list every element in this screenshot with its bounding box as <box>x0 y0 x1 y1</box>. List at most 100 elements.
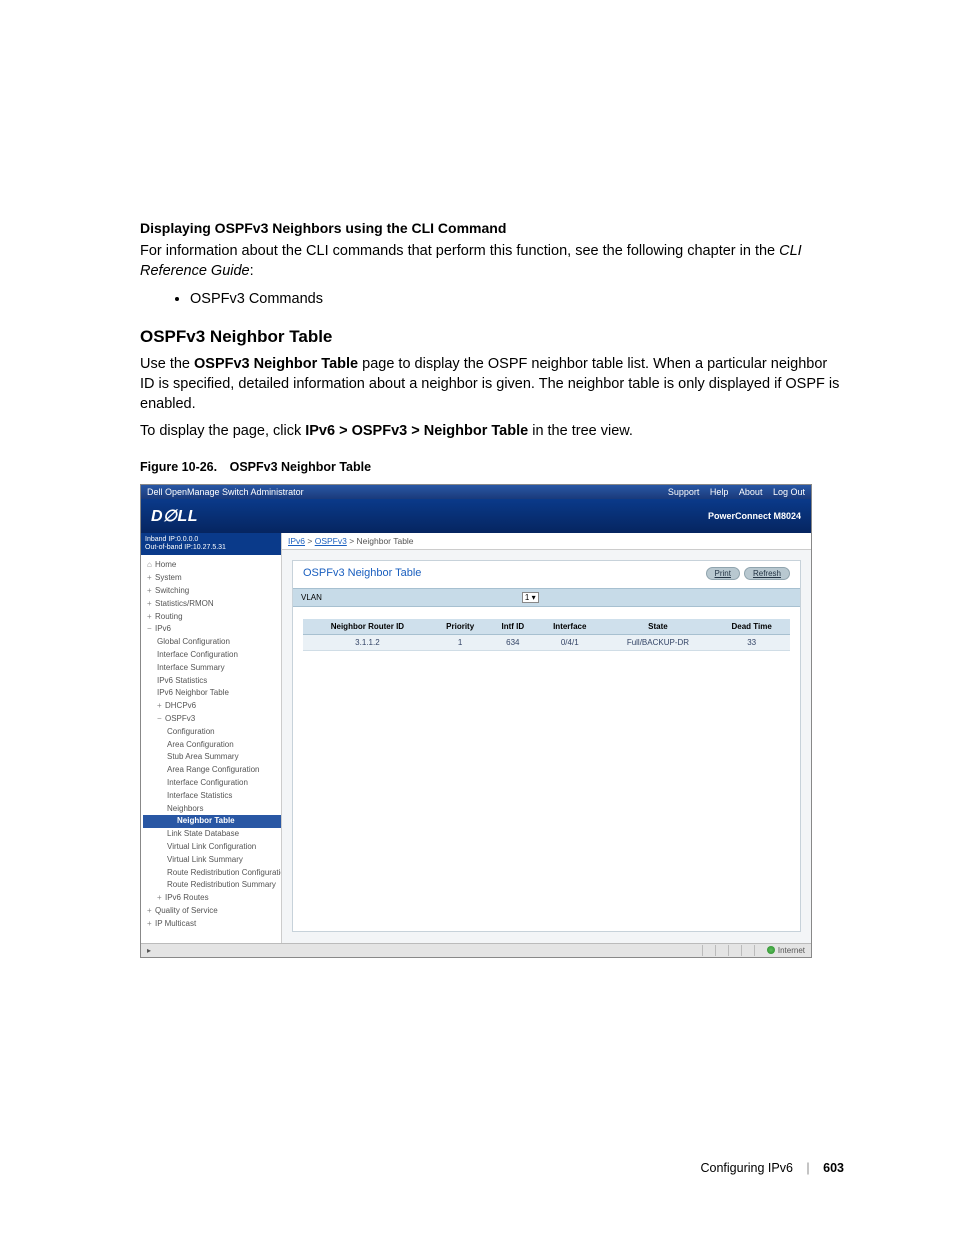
tree-areacfg[interactable]: Area Configuration <box>143 739 281 752</box>
status-left: ▸ <box>147 946 151 955</box>
cli-p-text-c: : <box>250 263 254 279</box>
th-priority: Priority <box>432 619 489 635</box>
tree-lsdb[interactable]: Link State Database <box>143 828 281 841</box>
tree-ipmcast-label: IP Multicast <box>155 919 196 928</box>
cell-intfid: 634 <box>489 634 537 650</box>
tree-ipv6[interactable]: −IPv6 <box>143 623 281 636</box>
brand-header: D∅LL PowerConnect M8024 <box>141 499 811 533</box>
dell-logo: D∅LL <box>151 506 198 526</box>
screenshot-container: Dell OpenManage Switch Administrator Sup… <box>140 484 812 958</box>
internet-zone-icon <box>767 946 775 954</box>
tree-ipv6routes-label: IPv6 Routes <box>165 893 209 902</box>
tree-ipv6routes[interactable]: +IPv6 Routes <box>143 892 281 905</box>
section-p1-a: Use the <box>140 356 194 372</box>
tree-vlinkcfg[interactable]: Virtual Link Configuration <box>143 841 281 854</box>
tree-intfstats[interactable]: Interface Statistics <box>143 790 281 803</box>
tree-ipv6stats[interactable]: IPv6 Statistics <box>143 675 281 688</box>
filter-bar: VLAN 1 ▾ <box>293 588 800 607</box>
help-link[interactable]: Help <box>710 487 729 497</box>
tree-globalcfg[interactable]: Global Configuration <box>143 636 281 649</box>
tree-rredistsum[interactable]: Route Redistribution Summary <box>143 879 281 892</box>
footer-chapter: Configuring IPv6 <box>701 1161 793 1175</box>
tree-system-label: System <box>155 573 182 582</box>
about-link[interactable]: About <box>739 487 763 497</box>
support-link[interactable]: Support <box>668 487 700 497</box>
th-state: State <box>602 619 713 635</box>
tree-intfcfg[interactable]: Interface Configuration <box>143 649 281 662</box>
screenshot-body: Inband IP:0.0.0.0 Out-of-band IP:10.27.5… <box>141 533 811 943</box>
page-footer: Configuring IPv6 | 603 <box>701 1161 845 1175</box>
ip-info-box: Inband IP:0.0.0.0 Out-of-band IP:10.27.5… <box>141 533 281 556</box>
tree-neighbors[interactable]: Neighbors <box>143 803 281 816</box>
tree-rredistcfg[interactable]: Route Redistribution Configuration <box>143 867 281 880</box>
cli-heading: Displaying OSPFv3 Neighbors using the CL… <box>140 220 844 236</box>
tree-statsrmon-label: Statistics/RMON <box>155 599 214 608</box>
breadcrumb-ospfv3[interactable]: OSPFv3 <box>315 536 347 546</box>
tree-cfg[interactable]: Configuration <box>143 726 281 739</box>
tree-statsrmon[interactable]: +Statistics/RMON <box>143 598 281 611</box>
tree-vlinksum[interactable]: Virtual Link Summary <box>143 854 281 867</box>
status-zone: Internet <box>767 946 805 955</box>
section-heading: OSPFv3 Neighbor Table <box>140 327 844 347</box>
tree-home[interactable]: ⌂Home <box>143 559 281 572</box>
tree-routing[interactable]: +Routing <box>143 611 281 624</box>
section-p2-c: in the tree view. <box>528 423 633 439</box>
panel-buttons: Print Refresh <box>706 567 790 580</box>
inband-ip: Inband IP:0.0.0.0 <box>145 536 277 544</box>
cell-router: 3.1.1.2 <box>303 634 432 650</box>
tree-routing-label: Routing <box>155 612 183 621</box>
tree-qos[interactable]: +Quality of Service <box>143 905 281 918</box>
nav-tree: ⌂Home +System +Switching +Statistics/RMO… <box>141 555 281 934</box>
cell-deadtime: 33 <box>713 634 789 650</box>
section-p1-b: OSPFv3 Neighbor Table <box>194 356 358 372</box>
cli-p-text-a: For information about the CLI commands t… <box>140 243 779 259</box>
cell-state: Full/BACKUP-DR <box>602 634 713 650</box>
th-deadtime: Dead Time <box>713 619 789 635</box>
vlan-select[interactable]: 1 ▾ <box>522 592 539 603</box>
tree-system[interactable]: +System <box>143 572 281 585</box>
status-cells <box>702 945 767 956</box>
cli-paragraph: For information about the CLI commands t… <box>140 242 844 281</box>
th-interface: Interface <box>537 619 602 635</box>
footer-page-number: 603 <box>823 1161 844 1175</box>
tree-dhcpv6[interactable]: +DHCPv6 <box>143 700 281 713</box>
th-intfid: Intf ID <box>489 619 537 635</box>
content-panel: OSPFv3 Neighbor Table Print Refresh VLAN… <box>292 560 801 932</box>
breadcrumb: IPv6 > OSPFv3 > Neighbor Table <box>282 533 811 550</box>
figure-caption: Figure 10-26. OSPFv3 Neighbor Table <box>140 460 844 474</box>
breadcrumb-tail: > Neighbor Table <box>347 536 414 546</box>
tree-ospfv3[interactable]: −OSPFv3 <box>143 713 281 726</box>
section-p2: To display the page, click IPv6 > OSPFv3… <box>140 422 844 442</box>
panel-header: OSPFv3 Neighbor Table Print Refresh <box>293 561 800 588</box>
logout-link[interactable]: Log Out <box>773 487 805 497</box>
tree-intfsum[interactable]: Interface Summary <box>143 662 281 675</box>
tree-arearange[interactable]: Area Range Configuration <box>143 764 281 777</box>
tree-dhcpv6-label: DHCPv6 <box>165 701 196 710</box>
section-p1: Use the OSPFv3 Neighbor Table page to di… <box>140 355 844 414</box>
table-row[interactable]: 3.1.1.2 1 634 0/4/1 Full/BACKUP-DR 33 <box>303 634 790 650</box>
tree-stubarea[interactable]: Stub Area Summary <box>143 751 281 764</box>
tree-home-label: Home <box>155 560 176 569</box>
print-button[interactable]: Print <box>706 567 740 580</box>
filter-label: VLAN <box>301 593 322 602</box>
sidebar: Inband IP:0.0.0.0 Out-of-band IP:10.27.5… <box>141 533 282 943</box>
panel-title: OSPFv3 Neighbor Table <box>303 567 421 579</box>
tree-ipmcast[interactable]: +IP Multicast <box>143 918 281 931</box>
status-bar: ▸ Internet <box>141 943 811 957</box>
window-title: Dell OpenManage Switch Administrator <box>147 487 304 497</box>
th-router: Neighbor Router ID <box>303 619 432 635</box>
tree-intfcfg2[interactable]: Interface Configuration <box>143 777 281 790</box>
main-area: IPv6 > OSPFv3 > Neighbor Table OSPFv3 Ne… <box>282 533 811 943</box>
tree-qos-label: Quality of Service <box>155 906 218 915</box>
neighbor-table: Neighbor Router ID Priority Intf ID Inte… <box>303 619 790 651</box>
section-p2-b: IPv6 > OSPFv3 > Neighbor Table <box>305 423 528 439</box>
tree-neightable-selected[interactable]: Neighbor Table <box>143 815 281 828</box>
status-zone-text: Internet <box>778 946 805 955</box>
cell-priority: 1 <box>432 634 489 650</box>
refresh-button[interactable]: Refresh <box>744 567 790 580</box>
tree-ipv6neigh[interactable]: IPv6 Neighbor Table <box>143 687 281 700</box>
tree-switching[interactable]: +Switching <box>143 585 281 598</box>
tree-switching-label: Switching <box>155 586 189 595</box>
tree-ipv6-label: IPv6 <box>155 624 171 633</box>
breadcrumb-ipv6[interactable]: IPv6 <box>288 536 305 546</box>
